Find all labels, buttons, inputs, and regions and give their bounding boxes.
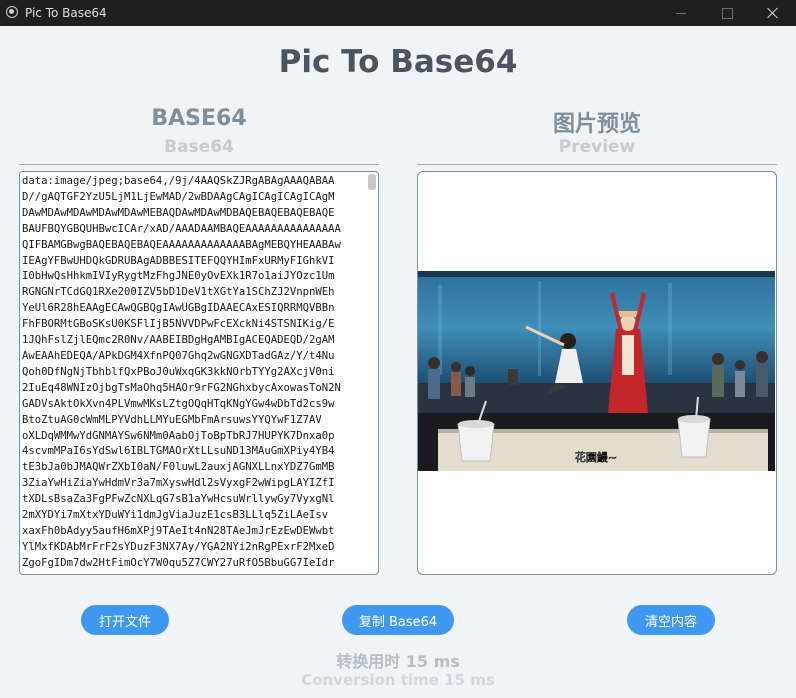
close-button[interactable]	[750, 0, 796, 26]
copy-base64-button[interactable]: 复制 Base64	[342, 605, 454, 635]
base64-text[interactable]: data:image/jpeg;base64,/9j/4AAQSkZJRgABA…	[22, 174, 368, 574]
maximize-icon	[721, 7, 733, 19]
maximize-button[interactable]	[704, 0, 750, 26]
left-divider	[19, 164, 379, 165]
preview-section-title: 图片预览	[552, 112, 641, 137]
title-bar: Pic To Base64	[0, 0, 796, 26]
close-icon	[767, 7, 779, 19]
minimize-icon	[676, 12, 686, 14]
preview-image: 花園鰻~	[418, 271, 775, 471]
base64-textarea[interactable]: data:image/jpeg;base64,/9j/4AAQSkZJRgABA…	[19, 171, 379, 575]
app-title: Pic To Base64	[278, 44, 518, 80]
base64-section-title: BASE64	[151, 106, 247, 131]
preview-section-subtitle: Preview	[558, 137, 636, 157]
minimize-button[interactable]	[658, 0, 704, 26]
open-file-button[interactable]: 打开文件	[81, 605, 169, 635]
conversion-time-cn: 转换用时 15 ms	[336, 652, 460, 671]
image-preview-panel: 花園鰻~	[417, 171, 777, 575]
clear-content-button[interactable]: 清空内容	[627, 605, 715, 635]
base64-section-subtitle: Base64	[164, 137, 234, 157]
conversion-time-en: Conversion time 15 ms	[301, 671, 495, 689]
app-icon	[6, 6, 18, 18]
image-caption: 花園鰻~	[575, 450, 617, 464]
window-title: Pic To Base64	[25, 6, 107, 20]
textarea-scrollbar[interactable]	[368, 174, 376, 190]
right-divider	[417, 164, 777, 165]
